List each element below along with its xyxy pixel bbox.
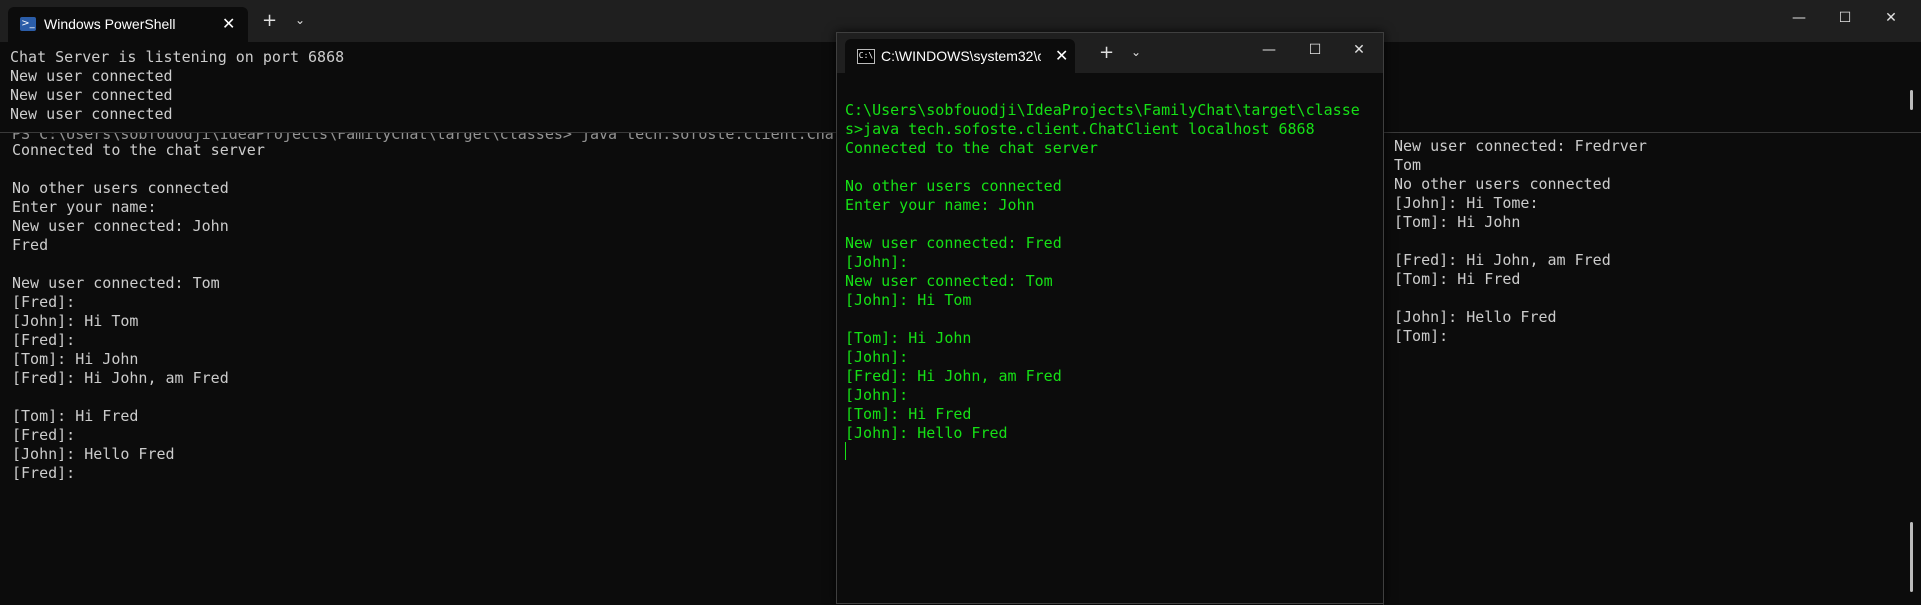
new-tab-button[interactable]: +: [1099, 42, 1114, 63]
server-output: Chat Server is listening on port 6868 Ne…: [10, 48, 345, 123]
tab-close-icon[interactable]: ✕: [222, 14, 235, 33]
maximize-button[interactable]: ☐: [1822, 10, 1868, 26]
cmd-tab[interactable]: C:\ C:\WINDOWS\system32\cmd.e ✕: [845, 39, 1075, 73]
cmd-titlebar: C:\ C:\WINDOWS\system32\cmd.e ✕ + ⌄ — ☐ …: [837, 33, 1383, 73]
chevron-down-icon[interactable]: ⌄: [295, 13, 305, 27]
client-fred-pane[interactable]: PS C:\Users\sobfouodji\IdeaProjects\Fami…: [0, 133, 836, 605]
scrollbar[interactable]: [1910, 90, 1913, 110]
tab-close-icon[interactable]: ✕: [1055, 46, 1068, 65]
cmd-icon: C:\: [857, 49, 875, 64]
client-tom-pane[interactable]: New user connected: Fredrver Tom No othe…: [1383, 133, 1921, 605]
scrollbar[interactable]: [1910, 522, 1913, 592]
maximize-button[interactable]: ☐: [1295, 42, 1335, 58]
window-close-button[interactable]: ✕: [1339, 42, 1379, 58]
powershell-tab-title: Windows PowerShell: [44, 16, 176, 32]
new-tab-button[interactable]: +: [262, 10, 277, 31]
client-tom-output: New user connected: Fredrver Tom No othe…: [1394, 137, 1647, 345]
cmd-window[interactable]: C:\ C:\WINDOWS\system32\cmd.e ✕ + ⌄ — ☐ …: [836, 32, 1384, 604]
cmd-tab-title: C:\WINDOWS\system32\cmd.e: [881, 48, 1041, 64]
minimize-button[interactable]: —: [1776, 10, 1822, 26]
text-cursor: [845, 442, 846, 460]
client-fred-output: Connected to the chat server No other us…: [12, 141, 265, 482]
powershell-tab[interactable]: >_ Windows PowerShell ✕: [8, 7, 248, 42]
client-john-output: C:\Users\sobfouodji\IdeaProjects\FamilyC…: [845, 101, 1360, 442]
powershell-icon: >_: [20, 17, 36, 31]
window-close-button[interactable]: ✕: [1868, 10, 1914, 26]
chevron-down-icon[interactable]: ⌄: [1131, 45, 1141, 59]
minimize-button[interactable]: —: [1249, 42, 1289, 58]
